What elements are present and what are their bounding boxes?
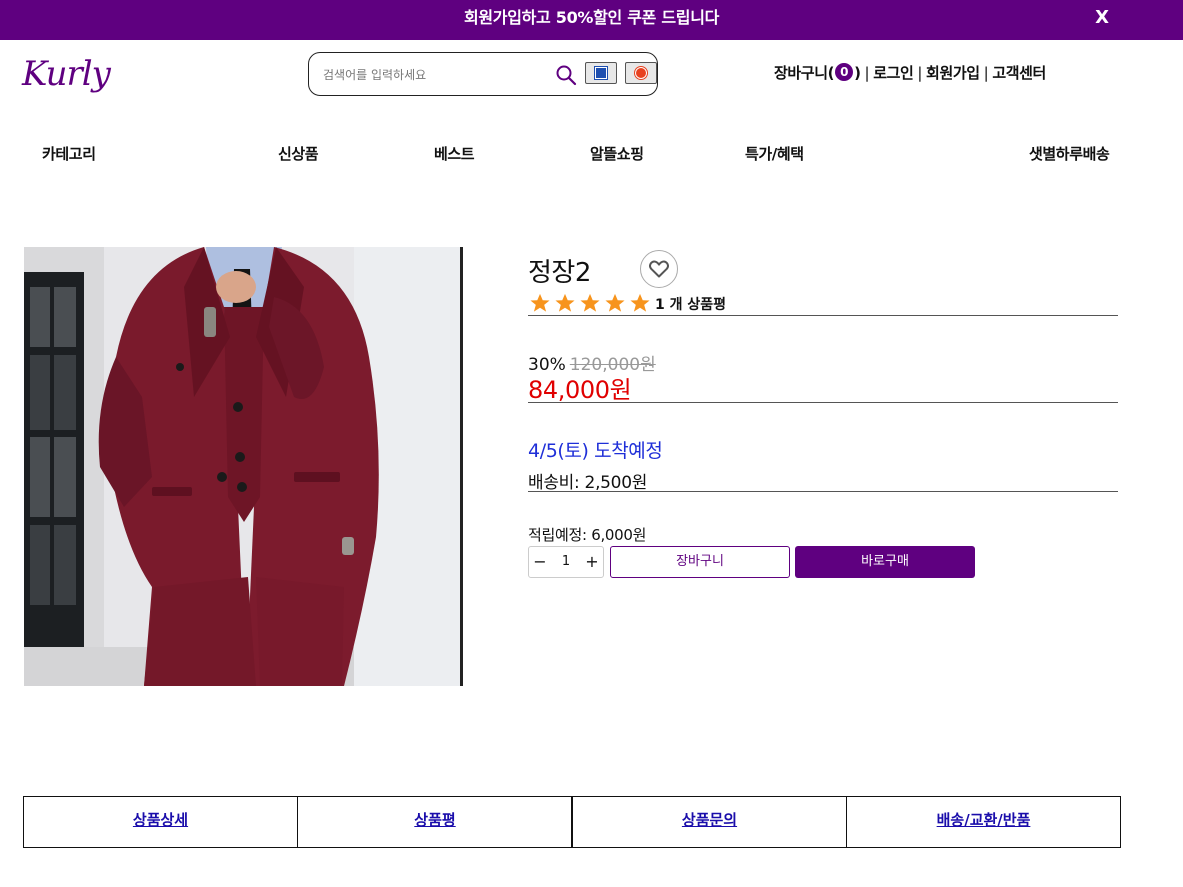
tab-shipping-returns-link[interactable]: 배송/교환/반품 [937, 811, 1031, 829]
wishlist-button[interactable] [640, 250, 678, 288]
rating-stars: 1 개 상품평 [528, 293, 726, 313]
product-image [24, 247, 463, 686]
divider: | [983, 64, 989, 82]
decrease-quantity-button[interactable]: − [529, 547, 551, 577]
tab-reviews: 상품평 [297, 796, 573, 848]
nav-new[interactable]: 신상품 [278, 143, 319, 164]
nav-best[interactable]: 베스트 [434, 143, 475, 164]
tab-detail-link[interactable]: 상품상세 [133, 811, 188, 829]
signup-link[interactable]: 회원가입 [926, 64, 980, 82]
reward-points: 적립예정: 6,000원 [528, 526, 647, 544]
divider [528, 315, 1118, 316]
tab-inquiry-link[interactable]: 상품문의 [682, 811, 737, 829]
image-search-button[interactable] [585, 62, 617, 84]
tab-shipping-returns: 배송/교환/반품 [846, 796, 1121, 848]
star-icon [555, 293, 575, 312]
promo-banner: 회원가입하고 50%할인 쿠폰 드립니다 X [0, 0, 1183, 40]
star-icon [630, 293, 650, 312]
divider [528, 491, 1118, 492]
star-icon [580, 293, 600, 312]
user-menu: 장바구니(0) | 로그인 | 회원가입 | 고객센터 [774, 60, 1046, 86]
product-title: 정장2 [528, 258, 591, 288]
quantity-value[interactable]: 1 [551, 547, 581, 577]
cart-link[interactable]: 장바구니(0) [774, 62, 861, 82]
nav-saving[interactable]: 알뜰쇼핑 [590, 143, 644, 164]
close-banner-button[interactable]: X [1095, 0, 1109, 36]
shipping-fee: 배송비: 2,500원 [528, 473, 648, 493]
heart-icon [649, 260, 669, 278]
square-icon [594, 66, 608, 80]
login-link[interactable]: 로그인 [873, 64, 914, 82]
nav-category[interactable]: 카테고리 [42, 143, 96, 164]
review-count[interactable]: 1 개 상품평 [655, 297, 726, 313]
tab-inquiry: 상품문의 [571, 796, 847, 848]
tab-detail: 상품상세 [23, 796, 298, 848]
search-input[interactable] [321, 63, 545, 87]
search-bar [308, 52, 658, 96]
record-icon [634, 66, 648, 80]
star-icon [530, 293, 550, 312]
promo-message: 회원가입하고 50%할인 쿠폰 드립니다 [463, 8, 720, 27]
increase-quantity-button[interactable]: + [581, 547, 603, 577]
arrival-date: 4/5(토) 도착예정 [528, 440, 663, 462]
divider: | [917, 64, 923, 82]
kurly-logo[interactable]: Kurly [22, 50, 111, 98]
search-icon[interactable] [555, 64, 577, 86]
star-row [528, 293, 653, 312]
tab-reviews-link[interactable]: 상품평 [414, 811, 455, 829]
buy-now-button[interactable]: 바로구매 [795, 546, 975, 578]
suit-photo [24, 247, 463, 686]
add-to-cart-button[interactable]: 장바구니 [610, 546, 790, 578]
divider [528, 402, 1118, 403]
sale-price: 84,000원 [528, 376, 632, 404]
divider: | [864, 64, 870, 82]
nav-special[interactable]: 특가/혜택 [745, 143, 804, 164]
star-icon [605, 293, 625, 312]
cart-label-close: ) [854, 64, 861, 82]
detail-tabs: 상품상세 상품평 상품문의 배송/교환/반품 [23, 796, 1121, 848]
quantity-stepper: − 1 + [528, 546, 604, 578]
cart-label: 장바구니( [774, 64, 835, 82]
record-button[interactable] [625, 62, 657, 84]
support-link[interactable]: 고객센터 [992, 64, 1046, 82]
cart-count-badge: 0 [835, 62, 854, 81]
nav-dawn-delivery[interactable]: 샛별하루배송 [1029, 143, 1110, 164]
